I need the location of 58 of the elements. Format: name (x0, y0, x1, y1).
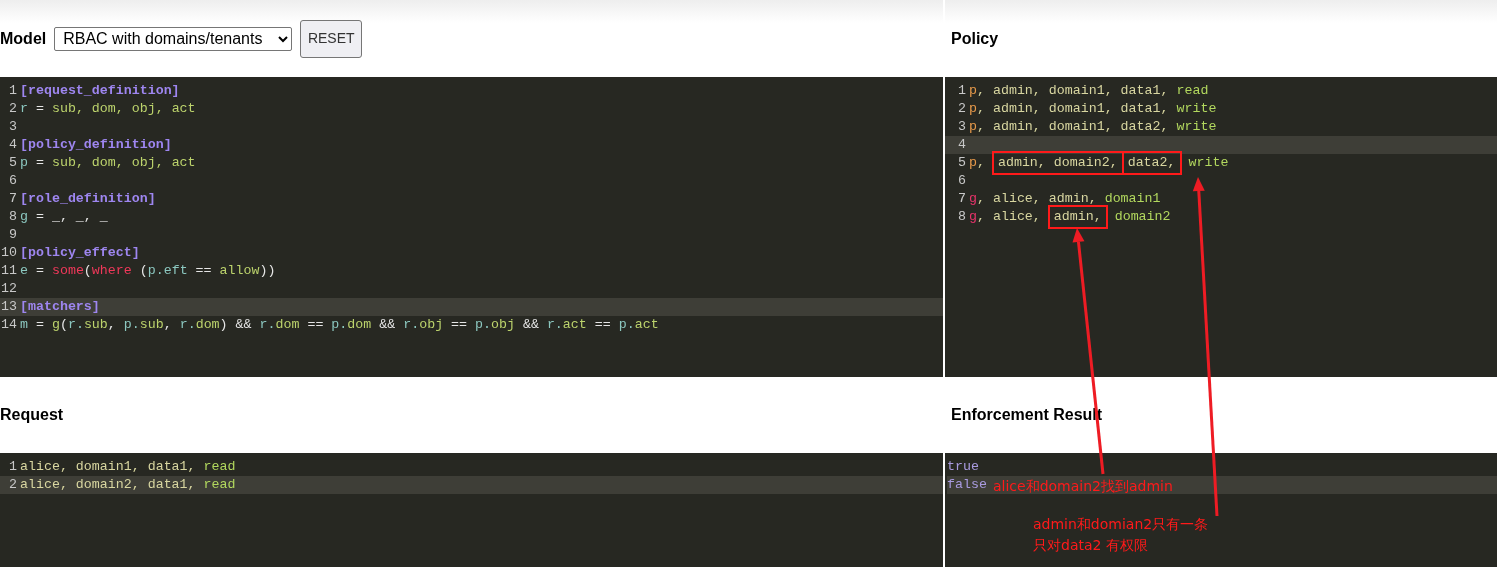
section-title: Policy (950, 28, 999, 49)
line-number: 8 (957, 208, 967, 226)
line-number: 12 (0, 280, 18, 298)
code-text: p (969, 154, 977, 172)
line-number: 3 (8, 118, 18, 136)
line-number: 2 (8, 100, 18, 118)
result-text: true (947, 458, 979, 476)
annotation-note: admin和domian2只有一条 只对data2 有权限 (1033, 515, 1209, 555)
code-line: p, admin, domain1, data1, write (969, 100, 1217, 118)
code-line: [policy_effect] (20, 244, 140, 262)
line-number: 3 (957, 118, 967, 136)
code-line: [role_definition] (20, 190, 156, 208)
line-number: 2 (8, 476, 18, 494)
line-number: 11 (0, 262, 18, 280)
line-number: 9 (8, 226, 18, 244)
line-number: 6 (957, 172, 967, 190)
code-line: alice, domain2, data1, read (20, 476, 236, 494)
annotation-note: alice和domain2找到admin (993, 477, 1173, 496)
result-text: false (947, 476, 987, 494)
code-line: p, admin, domain1, data2, write (969, 118, 1217, 136)
code-line: [policy_definition] (20, 136, 172, 154)
code-text: write (1187, 154, 1229, 172)
highlight-box: admin, (1050, 208, 1105, 226)
code-text: domain2 (1113, 208, 1171, 226)
code-line: e = some(where (p.eft == allow)) (20, 262, 276, 280)
line-number: 7 (8, 190, 18, 208)
line-number: 1 (8, 458, 18, 476)
code-line: r = sub, dom, obj, act (20, 100, 196, 118)
line-number: 4 (957, 136, 967, 154)
line-number: 2 (957, 100, 967, 118)
line-number: 10 (0, 244, 18, 262)
line-number: 14 (0, 316, 18, 334)
model-select[interactable]: RBAC with domains/tenants (54, 26, 293, 51)
code-line: [request_definition] (20, 82, 180, 100)
reset-button[interactable]: RESET (300, 19, 363, 58)
code-line: p = sub, dom, obj, act (20, 154, 196, 172)
line-number: 1 (957, 82, 967, 100)
line-number: 8 (8, 208, 18, 226)
code-line: m = g(r.sub, p.sub, r.dom) && r.dom == p.dom && r.obj == p.obj && r.act == p.act (20, 316, 659, 334)
section-title: Request (0, 405, 64, 425)
line-number: 1 (8, 82, 18, 100)
section-title: Model (0, 28, 47, 49)
highlight-box: data2, (1124, 154, 1179, 172)
code-line: g, alice, admin, domain1 (969, 190, 1161, 208)
code-line: p, admin, domain1, data1, read (969, 82, 1209, 100)
code-text: , (977, 154, 986, 172)
line-number: 6 (8, 172, 18, 190)
line-number: 5 (957, 154, 967, 172)
code-line: alice, domain1, data1, read (20, 458, 236, 476)
code-text: g (969, 208, 977, 226)
line-number: 13 (0, 298, 18, 316)
line-number: 5 (8, 154, 18, 172)
code-text: , alice, (977, 208, 1042, 226)
line-number: 4 (8, 136, 18, 154)
highlight-box: admin, domain2, (994, 154, 1121, 172)
code-line: [matchers] (20, 298, 100, 316)
code-line: g = _, _, _ (20, 208, 108, 226)
line-number: 7 (957, 190, 967, 208)
